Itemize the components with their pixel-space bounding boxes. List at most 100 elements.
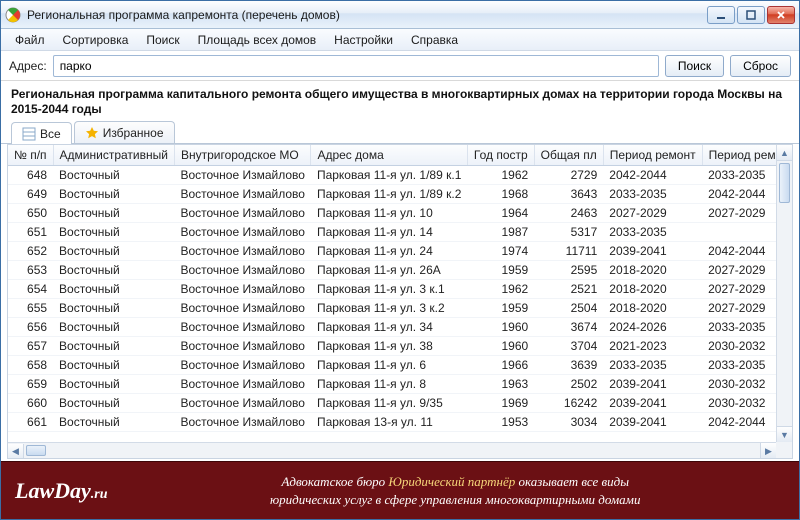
table-row[interactable]: 651ВосточныйВосточное ИзмайловоПарковая … bbox=[8, 223, 776, 242]
cell-mo: Восточное Измайлово bbox=[174, 166, 311, 185]
col-okrug[interactable]: Административный bbox=[53, 145, 174, 166]
menu-area[interactable]: Площадь всех домов bbox=[190, 31, 325, 49]
cell-year: 1962 bbox=[467, 166, 534, 185]
cell-addr: Парковая 11-я ул. 8 bbox=[311, 375, 467, 394]
menu-file[interactable]: Файл bbox=[7, 31, 53, 49]
close-button[interactable] bbox=[767, 6, 795, 24]
cell-okrug: Восточный bbox=[53, 299, 174, 318]
table-row[interactable]: 659ВосточныйВосточное ИзмайловоПарковая … bbox=[8, 375, 776, 394]
cell-addr: Парковая 11-я ул. 10 bbox=[311, 204, 467, 223]
cell-addr: Парковая 11-я ул. 26А bbox=[311, 261, 467, 280]
cell-p2: 2033-2035 bbox=[702, 318, 776, 337]
cell-p2: 2030-2032 bbox=[702, 375, 776, 394]
titlebar[interactable]: Региональная программа капремонта (переч… bbox=[1, 1, 799, 29]
star-icon bbox=[85, 126, 99, 140]
cell-okrug: Восточный bbox=[53, 166, 174, 185]
menu-settings[interactable]: Настройки bbox=[326, 31, 401, 49]
cell-p1: 2033-2035 bbox=[603, 185, 702, 204]
menu-help[interactable]: Справка bbox=[403, 31, 466, 49]
reset-button[interactable]: Сброс bbox=[730, 55, 791, 77]
cell-p2: 2033-2035 bbox=[702, 356, 776, 375]
table-row[interactable]: 658ВосточныйВосточное ИзмайловоПарковая … bbox=[8, 356, 776, 375]
table-container: № п/п Административный Внутригородское М… bbox=[7, 144, 793, 459]
cell-addr: Парковая 11-я ул. 14 bbox=[311, 223, 467, 242]
table-row[interactable]: 648ВосточныйВосточное ИзмайловоПарковая … bbox=[8, 166, 776, 185]
col-num[interactable]: № п/п bbox=[8, 145, 53, 166]
cell-num: 657 bbox=[8, 337, 53, 356]
horizontal-scrollbar[interactable]: ◀ ▶ bbox=[8, 442, 776, 458]
scroll-down-arrow[interactable]: ▼ bbox=[777, 426, 792, 442]
col-period2[interactable]: Период ремонт bbox=[702, 145, 776, 166]
address-bar: Адрес: Поиск Сброс bbox=[1, 51, 799, 81]
cell-p2: 2027-2029 bbox=[702, 261, 776, 280]
scroll-right-arrow[interactable]: ▶ bbox=[760, 443, 776, 459]
table-row[interactable]: 657ВосточныйВосточное ИзмайловоПарковая … bbox=[8, 337, 776, 356]
cell-p2: 2033-2035 bbox=[702, 166, 776, 185]
cell-num: 656 bbox=[8, 318, 53, 337]
col-year[interactable]: Год постр bbox=[467, 145, 534, 166]
window-title: Региональная программа капремонта (переч… bbox=[27, 8, 707, 22]
app-icon bbox=[5, 7, 21, 23]
cell-area: 2521 bbox=[534, 280, 603, 299]
table-row[interactable]: 655ВосточныйВосточное ИзмайловоПарковая … bbox=[8, 299, 776, 318]
cell-addr: Парковая 11-я ул. 1/89 к.2 bbox=[311, 185, 467, 204]
cell-mo: Восточное Измайлово bbox=[174, 223, 311, 242]
col-addr[interactable]: Адрес дома bbox=[311, 145, 467, 166]
horizontal-scroll-thumb[interactable] bbox=[26, 445, 46, 456]
cell-num: 651 bbox=[8, 223, 53, 242]
data-table: № п/п Административный Внутригородское М… bbox=[8, 145, 776, 432]
col-area[interactable]: Общая пл bbox=[534, 145, 603, 166]
table-row[interactable]: 660ВосточныйВосточное ИзмайловоПарковая … bbox=[8, 394, 776, 413]
maximize-button[interactable] bbox=[737, 6, 765, 24]
cell-year: 1966 bbox=[467, 356, 534, 375]
menu-search[interactable]: Поиск bbox=[138, 31, 187, 49]
cell-p2: 2042-2044 bbox=[702, 413, 776, 432]
cell-num: 648 bbox=[8, 166, 53, 185]
table-row[interactable]: 661ВосточныйВосточное ИзмайловоПарковая … bbox=[8, 413, 776, 432]
cell-mo: Восточное Измайлово bbox=[174, 299, 311, 318]
banner-logo-main: LawDay bbox=[15, 478, 91, 503]
table-row[interactable]: 656ВосточныйВосточное ИзмайловоПарковая … bbox=[8, 318, 776, 337]
minimize-button[interactable] bbox=[707, 6, 735, 24]
cell-num: 653 bbox=[8, 261, 53, 280]
vertical-scrollbar[interactable]: ▲ ▼ bbox=[776, 145, 792, 442]
menu-sort[interactable]: Сортировка bbox=[55, 31, 137, 49]
menubar: Файл Сортировка Поиск Площадь всех домов… bbox=[1, 29, 799, 51]
scroll-left-arrow[interactable]: ◀ bbox=[8, 444, 24, 460]
table-row[interactable]: 654ВосточныйВосточное ИзмайловоПарковая … bbox=[8, 280, 776, 299]
table-row[interactable]: 649ВосточныйВосточное ИзмайловоПарковая … bbox=[8, 185, 776, 204]
cell-area: 3034 bbox=[534, 413, 603, 432]
tab-all[interactable]: Все bbox=[11, 122, 72, 144]
cell-mo: Восточное Измайлово bbox=[174, 337, 311, 356]
ad-banner[interactable]: LawDay.ru Адвокатское бюро Юридический п… bbox=[1, 461, 799, 519]
cell-mo: Восточное Измайлово bbox=[174, 185, 311, 204]
vertical-scroll-thumb[interactable] bbox=[779, 163, 790, 203]
table-row[interactable]: 652ВосточныйВосточное ИзмайловоПарковая … bbox=[8, 242, 776, 261]
cell-okrug: Восточный bbox=[53, 413, 174, 432]
table-row[interactable]: 653ВосточныйВосточное ИзмайловоПарковая … bbox=[8, 261, 776, 280]
cell-p1: 2039-2041 bbox=[603, 394, 702, 413]
cell-year: 1969 bbox=[467, 394, 534, 413]
col-period1[interactable]: Период ремонт bbox=[603, 145, 702, 166]
cell-p1: 2027-2029 bbox=[603, 204, 702, 223]
cell-okrug: Восточный bbox=[53, 223, 174, 242]
cell-area: 11711 bbox=[534, 242, 603, 261]
search-button[interactable]: Поиск bbox=[665, 55, 724, 77]
cell-okrug: Восточный bbox=[53, 204, 174, 223]
cell-mo: Восточное Измайлово bbox=[174, 375, 311, 394]
cell-p1: 2039-2041 bbox=[603, 375, 702, 394]
tab-favorites[interactable]: Избранное bbox=[74, 121, 175, 143]
col-mo[interactable]: Внутригородское МО bbox=[174, 145, 311, 166]
tabs: Все Избранное bbox=[1, 121, 799, 144]
scroll-up-arrow[interactable]: ▲ bbox=[777, 145, 792, 161]
cell-num: 652 bbox=[8, 242, 53, 261]
cell-p2 bbox=[702, 223, 776, 242]
table-row[interactable]: 650ВосточныйВосточное ИзмайловоПарковая … bbox=[8, 204, 776, 223]
cell-year: 1964 bbox=[467, 204, 534, 223]
cell-okrug: Восточный bbox=[53, 242, 174, 261]
cell-year: 1959 bbox=[467, 299, 534, 318]
address-input[interactable] bbox=[53, 55, 659, 77]
banner-logo: LawDay.ru bbox=[15, 478, 108, 504]
banner-text: Адвокатское бюро Юридический партнёр ока… bbox=[126, 473, 786, 508]
cell-mo: Восточное Измайлово bbox=[174, 204, 311, 223]
